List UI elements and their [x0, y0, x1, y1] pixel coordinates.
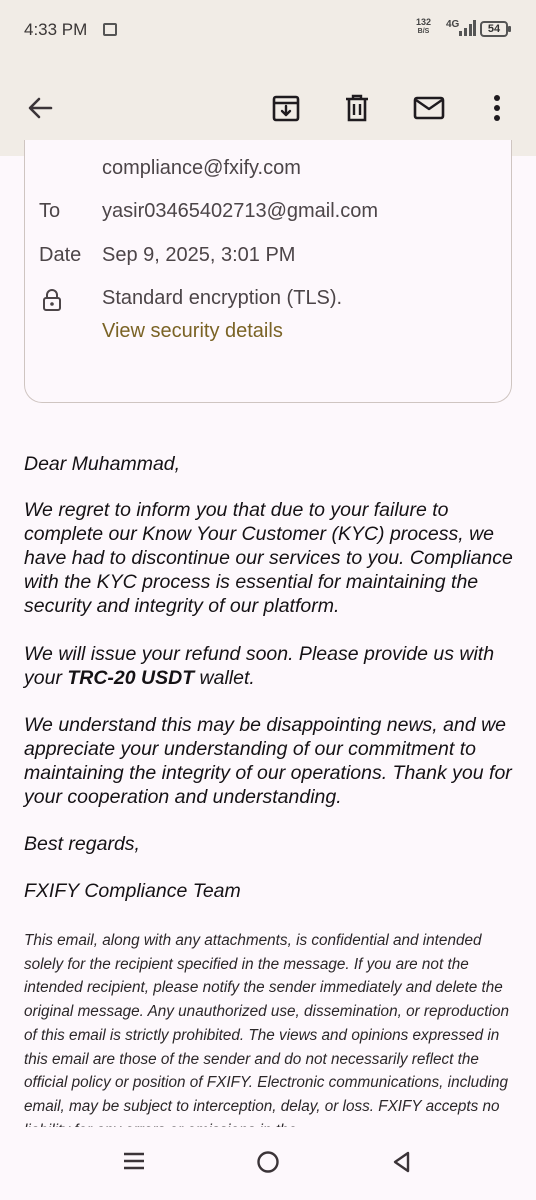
date-value: Sep 9, 2025, 3:01 PM: [102, 244, 296, 266]
view-security-details-link[interactable]: View security details: [102, 320, 283, 343]
to-value: yasir03465402713@gmail.com: [102, 200, 379, 222]
archive-button[interactable]: [266, 88, 306, 128]
signature: FXIFY Compliance Team: [24, 880, 241, 902]
from-email: compliance@fxify.com: [102, 157, 301, 179]
more-vert-icon: [494, 95, 500, 121]
status-time: 4:33 PM: [24, 20, 88, 39]
status-bar: 4:33 PM 132 B/S 4G 54: [0, 0, 536, 60]
mail-icon: [413, 96, 445, 120]
network-speed-unit: B/S: [417, 28, 430, 35]
delete-button[interactable]: [337, 88, 377, 128]
disclaimer: This email, along with any attachments, …: [24, 932, 509, 1127]
trash-icon: [346, 94, 368, 122]
back-button[interactable]: [20, 88, 60, 128]
mark-unread-button[interactable]: [409, 88, 449, 128]
paragraph-3: We understand this may be disappointing …: [24, 714, 512, 808]
encryption-text: Standard encryption (TLS).: [102, 287, 343, 309]
closing: Best regards,: [24, 833, 140, 855]
home-circle-icon[interactable]: [256, 1150, 280, 1174]
notification-icon: [103, 23, 117, 36]
signal-icon: [459, 20, 476, 36]
network-speed: 132 B/S: [416, 18, 431, 36]
archive-icon: [272, 95, 300, 122]
lock-icon: [43, 289, 61, 311]
paragraph-1: We regret to inform you that due to your…: [24, 499, 513, 617]
network-speed-value: 132: [416, 17, 432, 27]
menu-icon[interactable]: [123, 1150, 145, 1172]
battery-icon: 54: [480, 21, 511, 37]
arrow-left-icon: [28, 97, 53, 119]
date-label: Date: [39, 244, 82, 266]
greeting: Dear Muhammad,: [24, 453, 181, 475]
more-options-button[interactable]: [477, 88, 517, 128]
paragraph-2-end: wallet.: [194, 667, 255, 689]
paragraph-2: We will issue your refund soon. Please p…: [24, 642, 519, 690]
triangle-back-icon[interactable]: [391, 1150, 411, 1174]
wallet-type: TRC-20 USDT: [67, 667, 195, 689]
to-label: To: [39, 200, 61, 222]
system-nav-bar: [0, 1128, 536, 1200]
